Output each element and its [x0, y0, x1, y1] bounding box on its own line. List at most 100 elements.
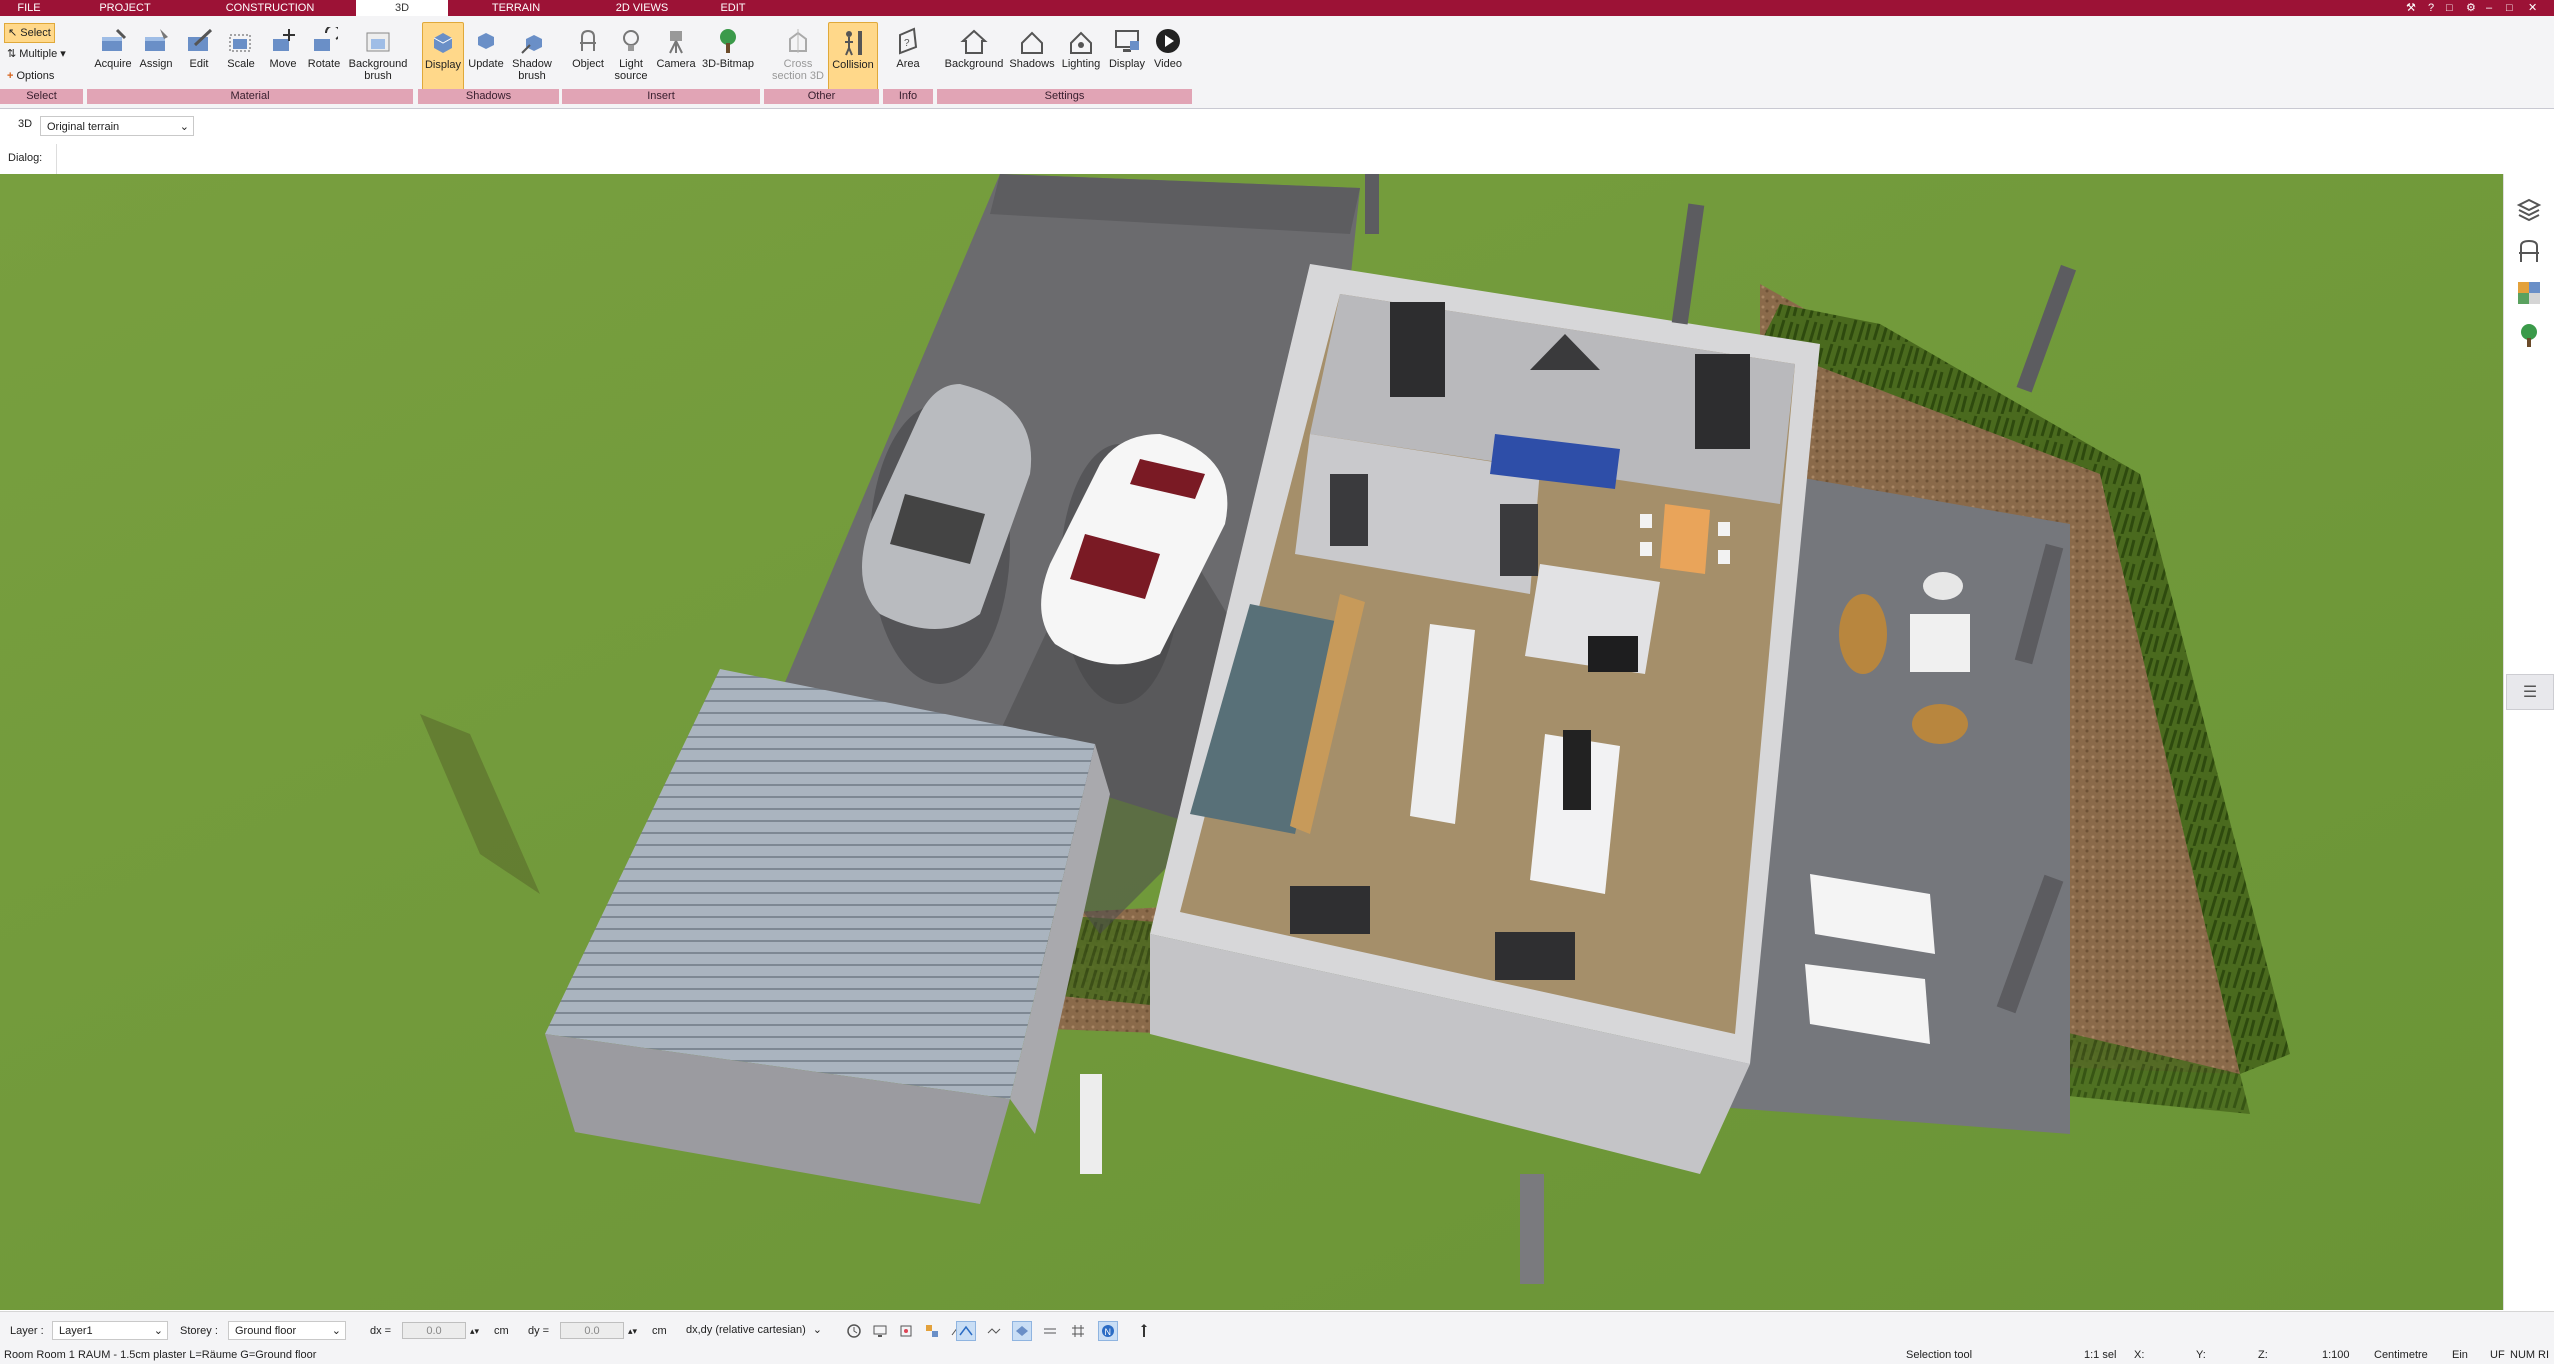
object-button[interactable]: Object	[568, 22, 608, 98]
snap-color-icon[interactable]	[922, 1321, 942, 1341]
clock-icon[interactable]	[844, 1321, 864, 1341]
object-icon	[573, 26, 603, 56]
camera-button[interactable]: Camera	[654, 22, 698, 98]
group-other: Other	[764, 89, 879, 104]
options-button[interactable]: + Options	[4, 67, 57, 85]
3d-viewport[interactable]	[0, 174, 2503, 1310]
plants-icon[interactable]	[2516, 322, 2542, 353]
tab-terrain[interactable]: TERRAIN	[460, 0, 572, 16]
window-front-1	[1290, 886, 1370, 934]
scale-icon	[226, 26, 256, 56]
tab-construction[interactable]: CONSTRUCTION	[196, 0, 344, 16]
background-settings-button[interactable]: Background	[942, 22, 1006, 98]
status-text: Room Room 1 RAUM - 1.5cm plaster L=Räume…	[4, 1349, 317, 1361]
materials-icon[interactable]	[2516, 280, 2542, 311]
rotate-button[interactable]: Rotate	[304, 22, 344, 98]
layer-value: Layer1	[59, 1325, 93, 1337]
multiple-icon: ⇅	[7, 48, 17, 60]
layer-select[interactable]: Layer1 ⌄	[52, 1321, 168, 1340]
tools-icon[interactable]: ⚒	[2406, 0, 2416, 16]
chevron-down-icon: ⌄	[153, 1325, 163, 1337]
active-tool: Selection tool	[1906, 1349, 1973, 1361]
update-label: Update	[468, 58, 504, 70]
video-icon	[1153, 26, 1183, 56]
minimize-icon[interactable]: –	[2486, 0, 2492, 16]
oven	[1588, 636, 1638, 672]
display-settings-button[interactable]: Display	[1106, 22, 1148, 98]
move-button[interactable]: Move	[263, 22, 303, 98]
restore-ribbon-icon[interactable]: □	[2446, 0, 2453, 16]
object-label: Object	[572, 58, 604, 70]
select-button[interactable]: ↖ Select	[4, 23, 55, 43]
background-brush-icon	[363, 26, 393, 56]
tab-project[interactable]: PROJECT	[66, 0, 184, 16]
cross-section-3d-button[interactable]: Cross section 3D	[770, 22, 826, 98]
dx-input[interactable]: 0.0	[402, 1322, 466, 1339]
light-source-button[interactable]: Light source	[610, 22, 652, 98]
3d-bitmap-button[interactable]: 3D-Bitmap	[700, 22, 756, 98]
camera-label: Camera	[656, 58, 696, 70]
door-1	[1330, 474, 1368, 546]
cross-section-label2: section 3D	[772, 70, 824, 82]
lighting-icon	[1066, 26, 1096, 56]
collision-label: Collision	[832, 59, 874, 71]
rotate-icon	[309, 26, 339, 56]
scale-button[interactable]: Scale	[221, 22, 261, 98]
layers-icon[interactable]	[2516, 196, 2542, 227]
shadow-brush-label2: brush	[518, 70, 546, 82]
3d-scene[interactable]	[0, 174, 2503, 1310]
tab-edit[interactable]: EDIT	[700, 0, 766, 16]
ri-indicator: RI	[2538, 1349, 2549, 1361]
uf-indicator: UF	[2490, 1349, 2505, 1361]
storey-select[interactable]: Ground floor ⌄	[228, 1321, 346, 1340]
background-brush-button[interactable]: Background brush	[346, 22, 410, 98]
scale-selection: 1:1 sel	[2084, 1349, 2117, 1361]
storey-value: Ground floor	[235, 1325, 297, 1337]
edit-icon	[184, 26, 214, 56]
group-select: Select	[0, 89, 83, 104]
hatch-icon[interactable]	[1040, 1321, 1060, 1341]
tab-file[interactable]: FILE	[0, 0, 58, 16]
acquire-button[interactable]: Acquire	[93, 22, 133, 98]
tab-3d[interactable]: 3D	[356, 0, 448, 16]
settings-icon[interactable]: ⚙	[2466, 0, 2476, 16]
chevron-down-icon: ⌄	[179, 121, 189, 133]
terrain-select[interactable]: Original terrain ⌄	[40, 116, 194, 136]
help-icon[interactable]: ?	[2428, 0, 2434, 16]
maximize-icon[interactable]: □	[2506, 0, 2513, 16]
north-icon[interactable]: N	[1098, 1321, 1118, 1341]
area-button[interactable]: ? Area	[888, 22, 928, 98]
shadow-brush-button[interactable]: Shadow brush	[508, 22, 556, 98]
video-button[interactable]: Video	[1150, 22, 1186, 98]
grid-icon[interactable]	[1068, 1321, 1088, 1341]
elevation-marker-icon[interactable]	[1134, 1321, 1154, 1341]
coordinate-mode-select[interactable]: dx,dy (relative cartesian) ⌄	[680, 1321, 826, 1340]
background-icon	[959, 26, 989, 56]
dx-stepper[interactable]: ▴▾	[470, 1322, 479, 1340]
dy-input[interactable]: 0.0	[560, 1322, 624, 1339]
monitor-icon[interactable]	[870, 1321, 890, 1341]
close-icon[interactable]: ✕	[2528, 0, 2537, 16]
multiple-button[interactable]: ⇅ Multiple ▾	[4, 45, 69, 63]
panel-handle[interactable]: ☰	[2506, 674, 2554, 710]
dy-value: 0.0	[584, 1325, 600, 1337]
tab-2d-views[interactable]: 2D VIEWS	[586, 0, 698, 16]
snap-edge-icon[interactable]	[984, 1321, 1004, 1341]
chair	[1640, 542, 1652, 556]
dy-stepper[interactable]: ▴▾	[628, 1322, 637, 1340]
dy-label: dy =	[528, 1325, 550, 1337]
update-button[interactable]: Update	[466, 22, 506, 98]
edit-button[interactable]: Edit	[179, 22, 219, 98]
lighting-button[interactable]: Lighting	[1058, 22, 1104, 98]
snap-angle-icon[interactable]	[956, 1321, 976, 1341]
snap-surface-icon[interactable]	[1012, 1321, 1032, 1341]
assign-button[interactable]: Assign	[136, 22, 176, 98]
snap-object-icon[interactable]	[896, 1321, 916, 1341]
shadows-settings-button[interactable]: Shadows	[1008, 22, 1056, 98]
group-material: Material	[87, 89, 413, 104]
furniture-icon[interactable]	[2516, 238, 2542, 269]
window-back-1	[1390, 302, 1445, 397]
z-coordinate-label: Z:	[2258, 1349, 2268, 1361]
y-coordinate-label: Y:	[2196, 1349, 2206, 1361]
group-shadows: Shadows	[418, 89, 559, 104]
